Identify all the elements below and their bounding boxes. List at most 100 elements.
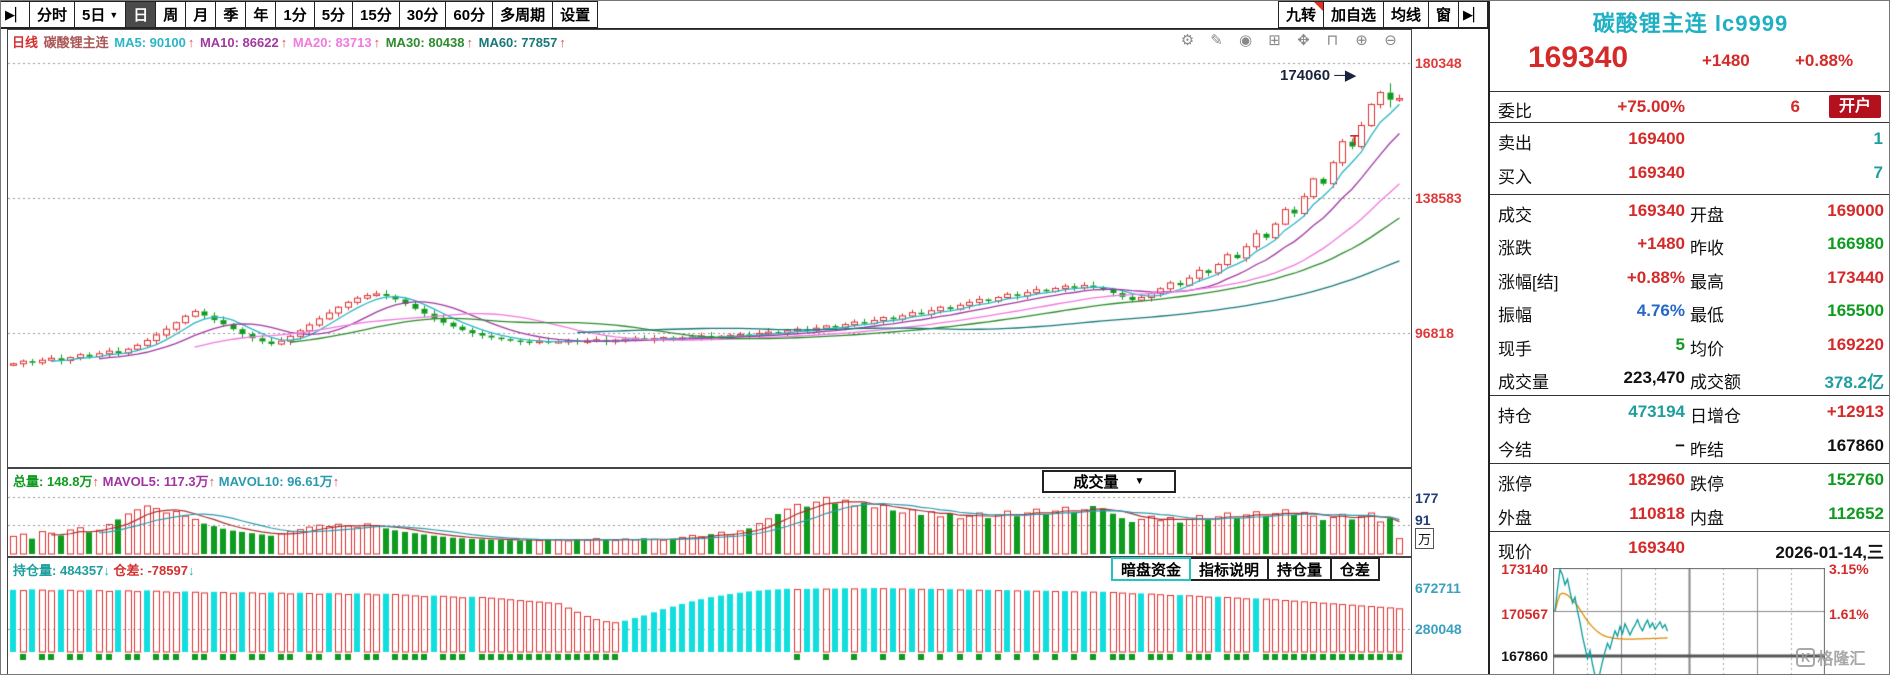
btn-dark-pool-funds[interactable]: 暗盘资金 [1111, 557, 1191, 581]
arrow-icon: ─▶ [1334, 67, 1356, 84]
quote-row-value: +1480 [1550, 234, 1685, 254]
chart-tool-icons: ⚙✎◉⊞✥⊓⊕⊖ [1173, 31, 1405, 49]
tab-fenshi[interactable]: 分时 [29, 1, 75, 28]
quote-row-label: 最低 [1690, 301, 1724, 326]
tab-15min[interactable]: 15分 [352, 1, 400, 28]
quote-row-value: 169340 [1550, 201, 1685, 221]
quote-row: 今结−昨结 167860 [1490, 430, 1890, 463]
period-label: 日线 [12, 35, 38, 50]
bid-size: 7 [1874, 163, 1883, 183]
skip-forward-icon[interactable]: ▶▏ [0, 1, 30, 28]
open-account-button[interactable]: 开户 [1829, 95, 1881, 118]
price-axis: 180348 138583 96818 177 91 万 672711 2800… [1412, 29, 1488, 675]
quote-row-value: 182960 [1550, 470, 1685, 490]
tab-60min[interactable]: 60分 [445, 1, 493, 28]
btn-ma[interactable]: 均线 [1383, 1, 1429, 28]
quote-row-value: 112652 [1754, 504, 1884, 524]
quote-row-value: +0.88% [1550, 268, 1685, 288]
draw-icon[interactable]: ✎ [1202, 31, 1231, 49]
ma-label: MA20: 83713 [289, 35, 371, 50]
axis-price-label: 180348 [1415, 55, 1462, 71]
mini-axis-price: 173140 [1490, 561, 1548, 577]
mini-axis-price: 167860 [1490, 648, 1548, 664]
quote-row-value: 2026-01-14,三 [1754, 538, 1884, 563]
quote-row-label: 跌停 [1690, 470, 1724, 495]
up-arrow-icon: ↑ [374, 35, 381, 50]
quote-row-value: 223,470 [1550, 368, 1685, 388]
axis-price-label: 96818 [1415, 325, 1454, 341]
weibi-value: +75.00% [1570, 97, 1685, 117]
quote-row-value: 167860 [1754, 436, 1884, 456]
btn-jiuzhuan[interactable]: 九转 [1278, 1, 1324, 28]
last-price: 169340 [1528, 41, 1628, 75]
tab-30min[interactable]: 30分 [399, 1, 447, 28]
quote-row-value: 169000 [1754, 201, 1884, 221]
btn-oi-change[interactable]: 仓差 [1330, 557, 1380, 581]
tab-week[interactable]: 周 [155, 1, 186, 28]
tab-1min[interactable]: 1分 [275, 1, 314, 28]
btn-add-watchlist[interactable]: 加自选 [1323, 1, 1384, 28]
quote-row-value: 4.76% [1550, 301, 1685, 321]
eye-icon[interactable]: ◉ [1231, 31, 1260, 49]
ma-label: MA10: 86622 [196, 35, 278, 50]
btn-window[interactable]: 窗 [1428, 1, 1459, 28]
skip-forward-icon[interactable]: ▶▏ [1458, 1, 1488, 28]
daily-candlestick-chart[interactable] [8, 30, 1410, 466]
weibi-count: 6 [1770, 97, 1800, 117]
quote-row-label: 今结 [1498, 436, 1532, 461]
tab-quarter[interactable]: 季 [215, 1, 246, 28]
zoom-out-icon[interactable]: ⊖ [1376, 31, 1405, 49]
indicator-buttons: 暗盘资金指标说明持仓量仓差 [1113, 557, 1380, 581]
instrument-name: 碳酸锂主连 [44, 35, 109, 50]
tab-day[interactable]: 日 [125, 1, 156, 28]
settings-icon[interactable]: ⚙ [1173, 31, 1202, 49]
toolbox-icon[interactable]: ⊞ [1260, 31, 1289, 49]
intraday-mini-chart[interactable] [1553, 568, 1825, 675]
indicator-dropdown[interactable]: 成交量▼ [1042, 470, 1176, 493]
tab-multi-period[interactable]: 多周期 [492, 1, 553, 28]
down-arrow-icon: ↓ [188, 563, 195, 578]
mini-axis-pct: 1.61% [1829, 606, 1889, 622]
quote-row-value: 169220 [1754, 335, 1884, 355]
tab-year[interactable]: 年 [245, 1, 276, 28]
hand-icon[interactable]: ✥ [1289, 31, 1318, 49]
quote-row-value: 166980 [1754, 234, 1884, 254]
quote-row-label: 成交额 [1690, 368, 1741, 393]
lock-icon[interactable]: ⊓ [1318, 31, 1347, 49]
up-arrow-icon: ↑ [281, 35, 288, 50]
volume-pane: 总量: 148.8万↑ MAVOL5: 117.3万↑ MAVOL10: 96.… [7, 468, 1412, 557]
quote-row-label: 持仓 [1498, 402, 1532, 427]
btn-open-interest[interactable]: 持仓量 [1267, 557, 1332, 581]
btn-indicator-help[interactable]: 指标说明 [1189, 557, 1269, 581]
watermark-k-icon: K [1796, 648, 1815, 667]
nine-turn-t-marker: T [1350, 132, 1359, 149]
tab-month[interactable]: 月 [185, 1, 216, 28]
quote-row-label: 均价 [1690, 335, 1724, 360]
tab-5min[interactable]: 5分 [314, 1, 353, 28]
quote-row-label: 昨结 [1690, 436, 1724, 461]
tab-5day[interactable]: 5日▼ [74, 1, 126, 28]
chevron-down-icon: ▼ [1135, 476, 1145, 487]
price-change: +1480 [1702, 51, 1750, 71]
bid-row: 买入 169340 7 [1490, 159, 1890, 193]
chevron-down-icon: ▼ [109, 10, 118, 20]
up-arrow-icon: ↑ [188, 35, 195, 50]
down-arrow-icon: ↓ [103, 563, 110, 578]
divider [1490, 122, 1890, 123]
ask-size: 1 [1874, 129, 1883, 149]
quote-row-value: 110818 [1550, 504, 1685, 524]
axis-price-label: 138583 [1415, 190, 1462, 206]
quote-row: 持仓473194日增仓+12913 [1490, 395, 1890, 429]
quote-row: 现手5均价169220 [1490, 329, 1890, 362]
ask-price: 169400 [1570, 129, 1685, 149]
ma-label: MA5: 90100 [114, 35, 186, 50]
zoom-in-icon[interactable]: ⊕ [1347, 31, 1376, 49]
axis-oi-label: 280048 [1415, 621, 1462, 637]
quote-row-value: − [1550, 436, 1685, 456]
axis-oi-label: 672711 [1415, 580, 1461, 596]
quote-row-label: 涨跌 [1498, 234, 1532, 259]
quote-row: 涨停182960跌停152760 [1490, 463, 1890, 497]
tab-settings[interactable]: 设置 [552, 1, 598, 28]
instrument-title: 碳酸锂主连 lc9999 [1490, 6, 1890, 38]
quote-row: 外盘110818内盘112652 [1490, 498, 1890, 531]
